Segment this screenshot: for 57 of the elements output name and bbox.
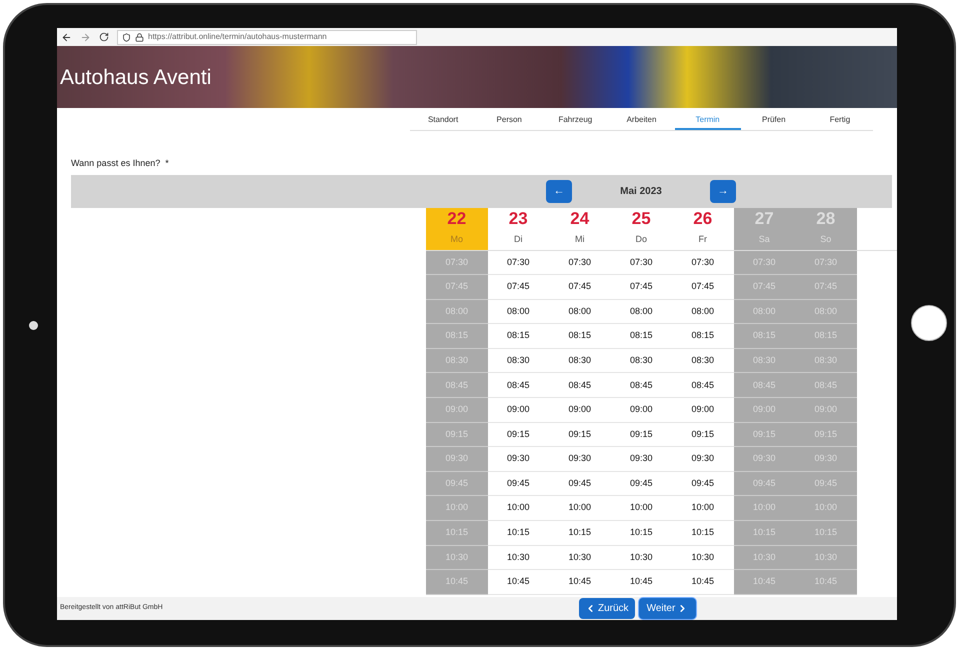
- time-slot[interactable]: 09:30: [488, 447, 549, 472]
- time-slot[interactable]: 09:45: [488, 472, 549, 496]
- weekday-label: Fr: [698, 233, 707, 246]
- time-slot[interactable]: 08:00: [549, 300, 610, 324]
- time-slot[interactable]: 10:00: [488, 496, 549, 522]
- time-slot[interactable]: 10:45: [488, 570, 549, 595]
- step-tab[interactable]: Arbeiten: [608, 112, 675, 130]
- time-slot[interactable]: 08:30: [488, 348, 549, 374]
- time-slot[interactable]: 09:15: [549, 422, 610, 448]
- time-slot[interactable]: 07:45: [488, 275, 549, 300]
- time-slot[interactable]: 09:15: [672, 422, 734, 448]
- day-number: 25: [632, 210, 651, 228]
- header-title: Autohaus Aventi: [60, 66, 212, 88]
- time-slot[interactable]: 08:45: [488, 373, 549, 398]
- month-label: Mai 2023: [619, 184, 663, 198]
- back-icon[interactable]: [61, 32, 72, 42]
- time-slot[interactable]: 07:30: [610, 250, 672, 276]
- step-tab[interactable]: Standort: [410, 112, 476, 130]
- time-slot[interactable]: 09:15: [610, 422, 672, 448]
- step-tab[interactable]: Person: [476, 112, 542, 130]
- time-slot[interactable]: 07:30: [549, 250, 610, 276]
- weekday-label: Di: [514, 233, 522, 246]
- question-label: Wann passt es Ihnen? *: [71, 157, 170, 170]
- step-tab[interactable]: Fahrzeug: [542, 112, 608, 130]
- day-number: 22: [447, 210, 466, 228]
- day-number: 23: [508, 210, 528, 228]
- time-slot[interactable]: 08:00: [488, 300, 549, 324]
- next-month-button[interactable]: →: [710, 180, 736, 202]
- time-slot[interactable]: 07:30: [488, 250, 549, 276]
- back-button[interactable]: Zurück: [579, 598, 635, 619]
- step-tab[interactable]: Termin: [674, 112, 741, 130]
- time-slot[interactable]: 10:30: [488, 546, 549, 570]
- time-slot[interactable]: 07:30: [672, 250, 734, 276]
- time-slot[interactable]: 08:15: [488, 324, 549, 349]
- step-tab[interactable]: Fertig: [806, 112, 873, 130]
- day-number: 26: [693, 210, 712, 228]
- time-slot[interactable]: 08:00: [672, 300, 734, 324]
- time-slot[interactable]: 10:30: [610, 546, 672, 570]
- time-slot[interactable]: 09:15: [488, 422, 549, 448]
- time-slot[interactable]: 10:15: [488, 521, 549, 546]
- reload-icon[interactable]: [99, 32, 109, 42]
- forward-icon[interactable]: [80, 32, 91, 42]
- step-tab[interactable]: Prüfen: [740, 112, 807, 130]
- day-number: 24: [570, 210, 590, 228]
- time-slot[interactable]: 10:30: [672, 546, 734, 570]
- url-text: https://attribut.online/termin/autohaus-mustermann: [148, 31, 327, 43]
- time-slot[interactable]: 09:00: [488, 398, 549, 423]
- previous-month-button[interactable]: ←: [546, 180, 572, 202]
- weekday-label: Do: [635, 233, 647, 246]
- next-button[interactable]: Weiter: [638, 598, 696, 619]
- shield-icon: [122, 32, 131, 42]
- weekday-label: Mi: [575, 233, 584, 246]
- time-slot[interactable]: 08:00: [610, 300, 672, 324]
- address-bar[interactable]: https://attribut.online/termin/autohaus-mustermann: [117, 30, 417, 44]
- time-slot[interactable]: 10:30: [549, 546, 610, 570]
- weekday-label: Mo: [450, 233, 463, 246]
- lock-icon: [135, 32, 144, 42]
